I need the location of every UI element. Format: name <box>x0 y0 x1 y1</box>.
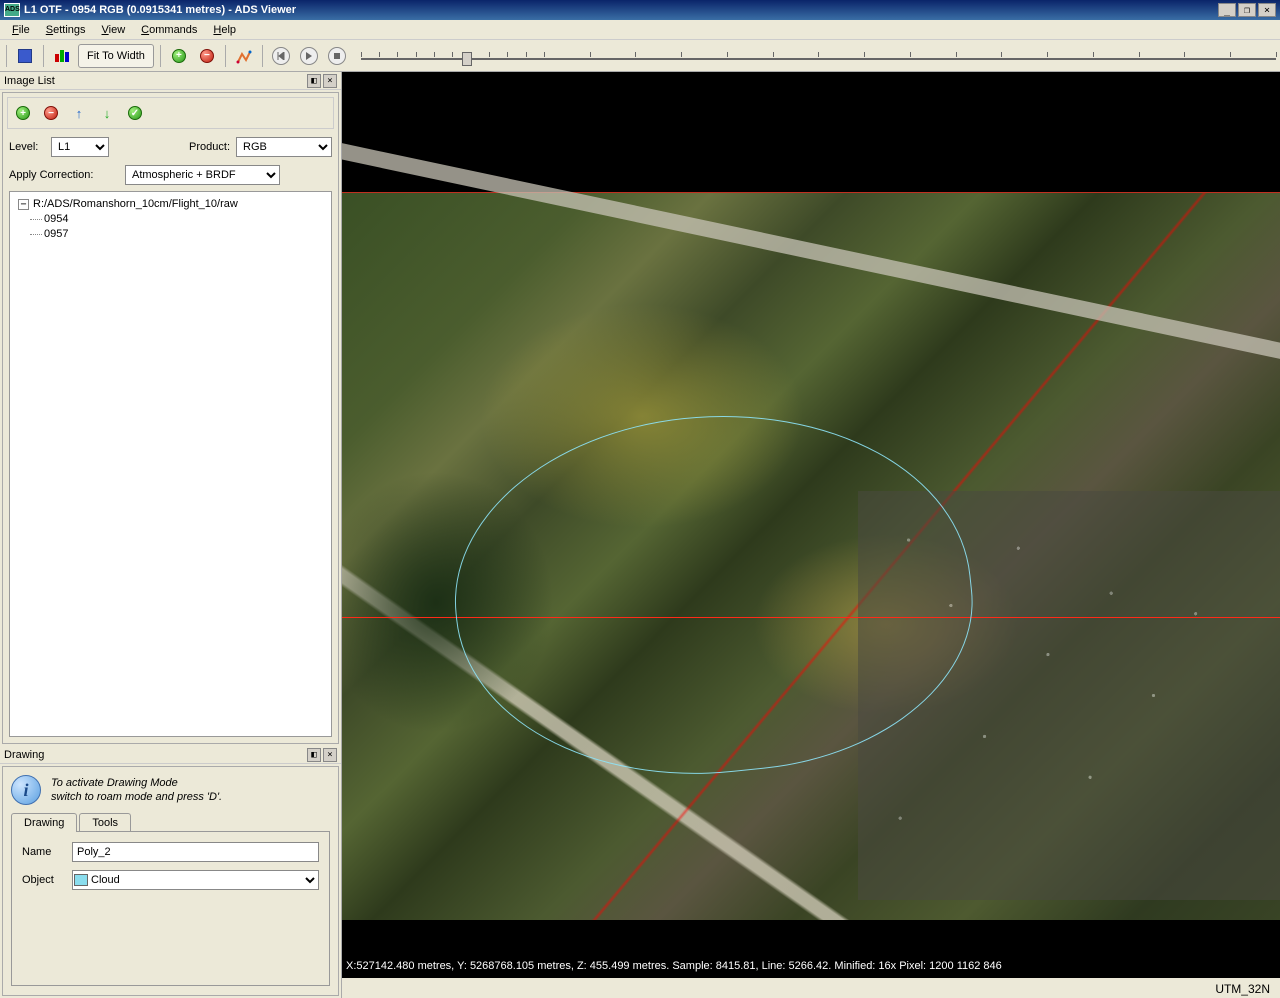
name-label: Name <box>22 846 66 858</box>
timeline-slider[interactable] <box>361 46 1276 66</box>
product-label: Product: <box>182 141 230 153</box>
close-panel-icon[interactable]: × <box>323 748 337 762</box>
undock-icon[interactable]: ◧ <box>307 748 321 762</box>
window-title: L1 OTF - 0954 RGB (0.0915341 metres) - A… <box>24 4 1218 16</box>
tree-expander-icon[interactable]: − <box>18 199 29 210</box>
image-tree[interactable]: −R:/ADS/Romanshorn_10cm/Flight_10/raw 09… <box>9 191 332 737</box>
viewer-letterbox-bottom <box>342 920 1280 960</box>
drawing-header: Drawing ◧ × <box>0 746 341 764</box>
correction-select[interactable]: Atmospheric + BRDF <box>125 165 280 185</box>
image-list-header: Image List ◧ × <box>0 72 341 90</box>
zoom-in-icon[interactable]: + <box>167 44 191 68</box>
menu-commands[interactable]: Commands <box>133 22 205 38</box>
object-label: Object <box>22 874 66 886</box>
menu-view[interactable]: View <box>94 22 134 38</box>
move-down-icon[interactable]: ↓ <box>96 102 118 124</box>
aerial-image[interactable] <box>342 192 1280 938</box>
minimize-button[interactable]: _ <box>1218 3 1236 17</box>
drawn-polygon[interactable] <box>437 390 987 799</box>
viewer-pane[interactable]: X:527142.480 metres, Y: 5268768.105 metr… <box>342 72 1280 998</box>
tab-drawing[interactable]: Drawing <box>11 813 77 832</box>
close-panel-icon[interactable]: × <box>323 74 337 88</box>
level-label: Level: <box>9 141 45 153</box>
tree-item[interactable]: 0957 <box>14 227 327 242</box>
name-input[interactable] <box>72 842 319 862</box>
playback-play-icon[interactable] <box>297 44 321 68</box>
playback-first-icon[interactable] <box>269 44 293 68</box>
info-icon: i <box>11 775 41 805</box>
status-projection: UTM_32N <box>1211 980 1274 996</box>
app-icon: ADS <box>4 3 20 17</box>
slider-thumb[interactable] <box>462 52 472 66</box>
menubar: File Settings View Commands Help <box>0 20 1280 40</box>
histogram-icon[interactable] <box>50 44 74 68</box>
playback-stop-icon[interactable] <box>325 44 349 68</box>
image-list-toolbar: + − ↑ ↓ ✓ <box>7 97 334 129</box>
product-select[interactable]: RGB <box>236 137 332 157</box>
menu-settings[interactable]: Settings <box>38 22 94 38</box>
tree-item[interactable]: 0954 <box>14 212 327 227</box>
draw-tool-icon[interactable] <box>232 44 256 68</box>
add-icon[interactable]: + <box>12 102 34 124</box>
menu-file[interactable]: File <box>4 22 38 38</box>
zoom-out-icon[interactable]: − <box>195 44 219 68</box>
undock-icon[interactable]: ◧ <box>307 74 321 88</box>
tree-root[interactable]: −R:/ADS/Romanshorn_10cm/Flight_10/raw <box>14 196 327 212</box>
restore-button[interactable]: ❐ <box>1238 3 1256 17</box>
save-icon[interactable] <box>13 44 37 68</box>
main-toolbar: Fit To Width + − <box>0 40 1280 72</box>
fit-to-width-button[interactable]: Fit To Width <box>78 44 154 68</box>
titlebar: ADS L1 OTF - 0954 RGB (0.0915341 metres)… <box>0 0 1280 20</box>
correction-label: Apply Correction: <box>9 169 119 181</box>
level-select[interactable]: L1 <box>51 137 109 157</box>
apply-icon[interactable]: ✓ <box>124 102 146 124</box>
object-select[interactable] <box>72 870 319 890</box>
remove-icon[interactable]: − <box>40 102 62 124</box>
menu-help[interactable]: Help <box>205 22 244 38</box>
status-coordinates: X:527142.480 metres, Y: 5268768.105 metr… <box>346 960 1276 976</box>
move-up-icon[interactable]: ↑ <box>68 102 90 124</box>
close-button[interactable]: × <box>1258 3 1276 17</box>
info-text: To activate Drawing Mode switch to roam … <box>51 776 222 804</box>
tab-tools[interactable]: Tools <box>79 813 131 832</box>
